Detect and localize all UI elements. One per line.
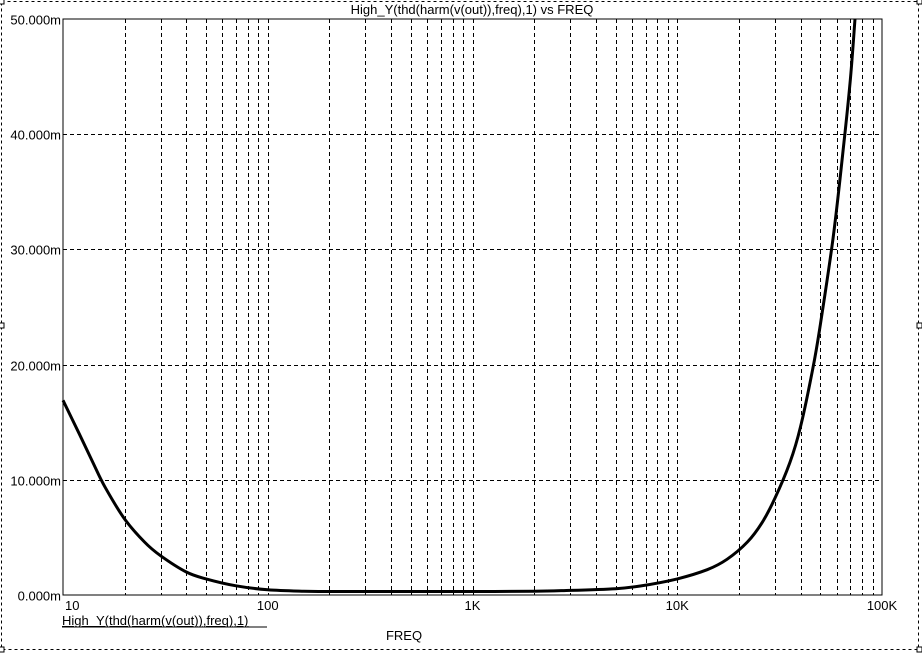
resize-handle-bl[interactable]: [0, 646, 5, 653]
grid: [63, 19, 882, 595]
resize-handle-ml[interactable]: [0, 322, 5, 329]
x-tick-label: 100: [257, 598, 279, 613]
x-axis-label: FREQ: [386, 628, 422, 643]
series-line: [61, 18, 857, 594]
resize-handle-br[interactable]: [916, 646, 922, 653]
chart-title: High_Y(thd(harm(v(out)),freq),1) vs FREQ: [351, 2, 594, 17]
x-axis: 10 100 1K 10K 100K: [65, 598, 898, 613]
legend-entry[interactable]: High_Y(thd(harm(v(out)),freq),1): [62, 613, 248, 628]
y-tick-label: 10.000m: [10, 474, 61, 489]
y-tick-label: 50.000m: [10, 13, 61, 28]
series-layer: [61, 18, 857, 594]
thd-chart: High_Y(thd(harm(v(out)),freq),1) vs FREQ…: [0, 0, 922, 653]
y-tick-label: 40.000m: [10, 128, 61, 143]
x-tick-label: 1K: [465, 598, 481, 613]
window-frame: [0, 0, 922, 653]
y-tick-label: 0.000m: [18, 589, 61, 604]
resize-handle-mr[interactable]: [916, 322, 922, 329]
y-tick-label: 20.000m: [10, 359, 61, 374]
x-tick-label: 10: [65, 598, 79, 613]
y-axis: 0.000m 10.000m 20.000m 30.000m 40.000m 50.000…: [10, 13, 61, 604]
resize-handle-tl[interactable]: [0, 0, 5, 5]
resize-handle-tr[interactable]: [916, 0, 922, 5]
y-tick-label: 30.000m: [10, 243, 61, 258]
x-tick-label: 100K: [867, 598, 898, 613]
plot-border: [62, 18, 883, 596]
x-tick-label: 10K: [666, 598, 689, 613]
